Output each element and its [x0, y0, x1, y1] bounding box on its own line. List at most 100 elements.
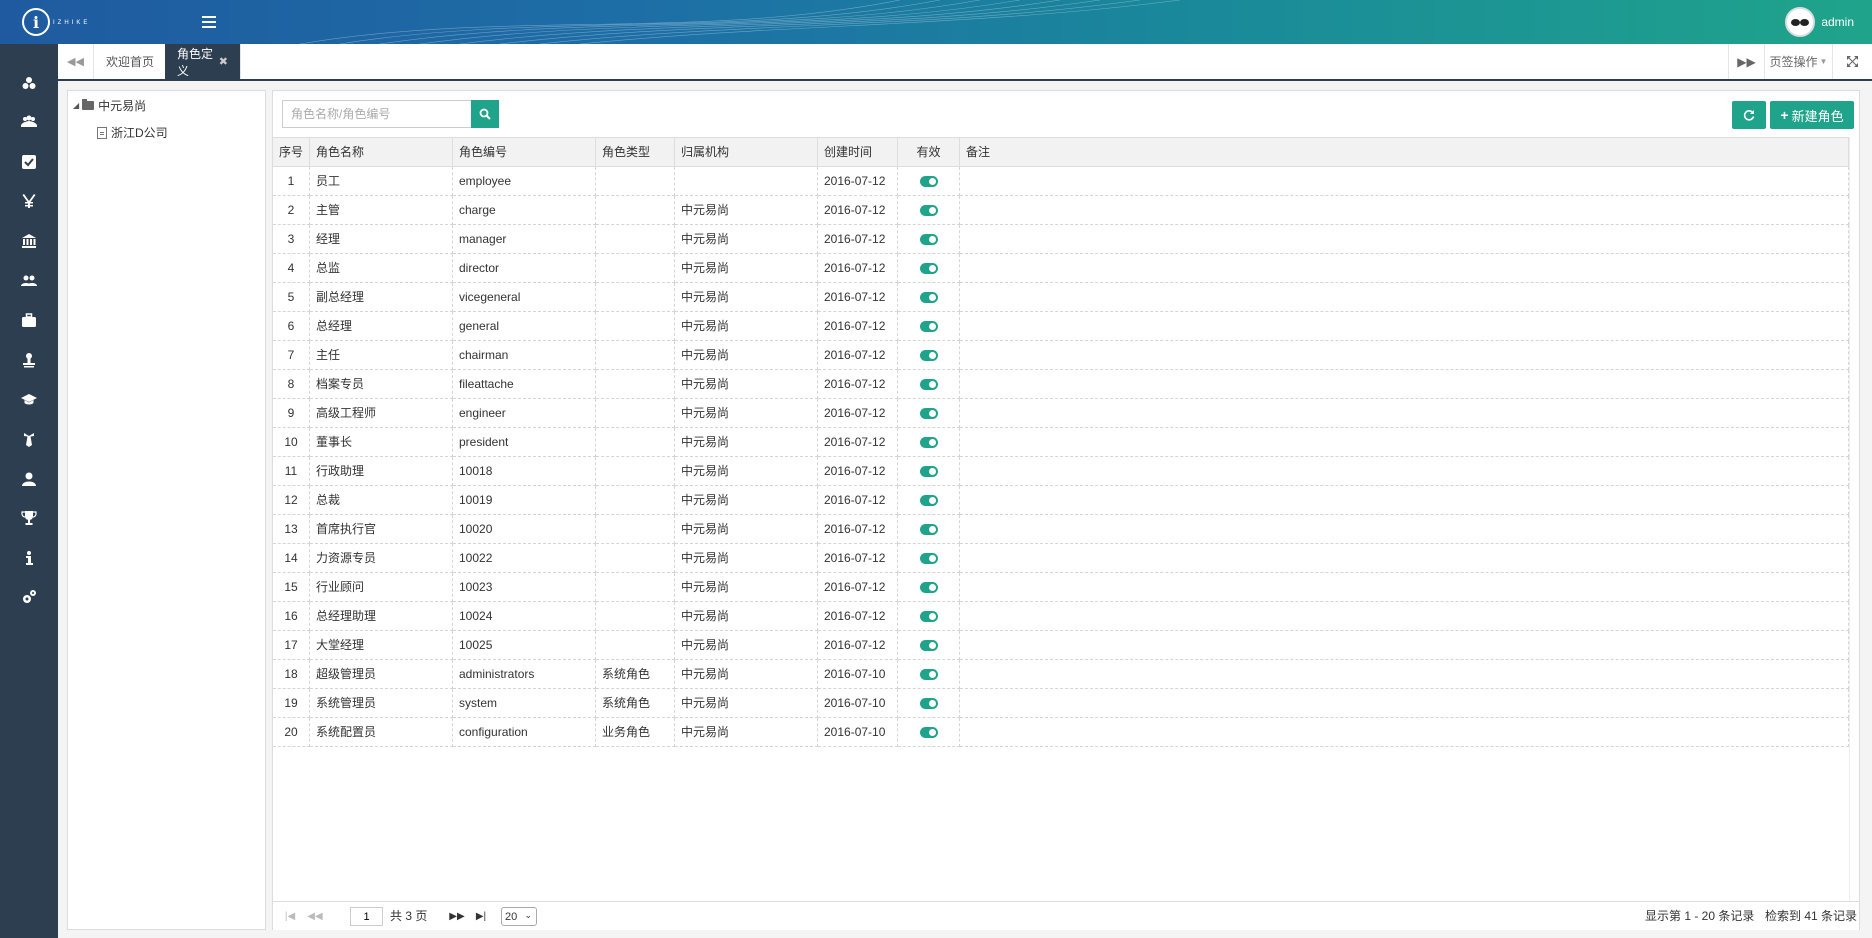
user-icon[interactable]: [0, 459, 58, 499]
logo-subtitle: IZHIKE: [53, 20, 91, 26]
header-code[interactable]: 角色编号: [453, 138, 596, 167]
valid-toggle[interactable]: [919, 668, 938, 680]
tree-node-child[interactable]: 浙江D公司: [97, 124, 168, 141]
table-row[interactable]: 3 经理 manager 中元易尚 2016-07-12: [273, 225, 1849, 254]
valid-toggle[interactable]: [919, 494, 938, 506]
valid-toggle[interactable]: [919, 697, 938, 709]
trophy-icon[interactable]: [0, 498, 58, 538]
valid-toggle[interactable]: [919, 204, 938, 216]
table-row[interactable]: 2 主管 charge 中元易尚 2016-07-12: [273, 196, 1849, 225]
vertical-scrollbar[interactable]: [1849, 137, 1859, 901]
header-remark[interactable]: 备注: [960, 138, 1849, 167]
valid-toggle[interactable]: [919, 175, 938, 187]
cell-seq: 19: [273, 689, 310, 718]
total-pages-text: 共 3 页: [390, 909, 428, 923]
table-row[interactable]: 20 系统配置员 configuration 业务角色 中元易尚 2016-07-10: [273, 718, 1849, 747]
page-ops-dropdown[interactable]: 页签操作 ▼: [1764, 44, 1832, 79]
table-row[interactable]: 11 行政助理 10018 中元易尚 2016-07-12: [273, 457, 1849, 486]
cell-seq: 14: [273, 544, 310, 573]
table-row[interactable]: 10 董事长 president 中元易尚 2016-07-12: [273, 428, 1849, 457]
menu-toggle-icon[interactable]: [202, 13, 216, 31]
refresh-button[interactable]: [1732, 101, 1766, 129]
header-created[interactable]: 创建时间: [818, 138, 898, 167]
valid-toggle[interactable]: [919, 639, 938, 651]
cell-code: fileattache: [453, 370, 596, 399]
tab-role-definition[interactable]: 角色定义 ✖: [165, 44, 241, 79]
cell-valid: [898, 602, 960, 631]
users-icon[interactable]: [0, 102, 58, 142]
valid-toggle[interactable]: [919, 726, 938, 738]
close-icon[interactable]: ✖: [219, 55, 228, 68]
cubes-icon[interactable]: [0, 63, 58, 103]
last-page-icon[interactable]: ▶|: [473, 908, 489, 924]
table-row[interactable]: 4 总监 director 中元易尚 2016-07-12: [273, 254, 1849, 283]
table-row[interactable]: 9 高级工程师 engineer 中元易尚 2016-07-12: [273, 399, 1849, 428]
cell-org: 中元易尚: [675, 718, 818, 747]
tab-home[interactable]: 欢迎首页: [94, 44, 167, 79]
table-row[interactable]: 14 力资源专员 10022 中元易尚 2016-07-12: [273, 544, 1849, 573]
valid-toggle[interactable]: [919, 436, 938, 448]
table-row[interactable]: 16 总经理助理 10024 中元易尚 2016-07-12: [273, 602, 1849, 631]
table-row[interactable]: 12 总裁 10019 中元易尚 2016-07-12: [273, 486, 1849, 515]
table-row[interactable]: 13 首席执行官 10020 中元易尚 2016-07-12: [273, 515, 1849, 544]
valid-toggle[interactable]: [919, 349, 938, 361]
cell-type: [596, 312, 675, 341]
cell-type: [596, 225, 675, 254]
valid-toggle[interactable]: [919, 610, 938, 622]
bank-icon[interactable]: [0, 221, 58, 261]
page-size-select[interactable]: 20 ⌄: [501, 907, 537, 926]
table-row[interactable]: 7 主任 chairman 中元易尚 2016-07-12: [273, 341, 1849, 370]
table-row[interactable]: 18 超级管理员 administrators 系统角色 中元易尚 2016-07-10: [273, 660, 1849, 689]
valid-toggle[interactable]: [919, 262, 938, 274]
expand-arrow-icon[interactable]: ◢: [73, 101, 79, 110]
table-row[interactable]: 19 系统管理员 system 系统角色 中元易尚 2016-07-10: [273, 689, 1849, 718]
prev-page-icon[interactable]: ◀◀: [307, 908, 323, 924]
table-row[interactable]: 15 行业顾问 10023 中元易尚 2016-07-12: [273, 573, 1849, 602]
valid-toggle[interactable]: [919, 291, 938, 303]
search-input[interactable]: [282, 100, 472, 128]
valid-toggle[interactable]: [919, 407, 938, 419]
cell-org: 中元易尚: [675, 312, 818, 341]
user-menu[interactable]: admin: [1785, 7, 1854, 37]
tab-scroll-right-icon[interactable]: ▶▶: [1728, 44, 1764, 79]
valid-toggle[interactable]: [919, 552, 938, 564]
yen-icon[interactable]: [0, 181, 58, 221]
table-row[interactable]: 1 员工 employee 2016-07-12: [273, 167, 1849, 196]
search-button[interactable]: [471, 100, 499, 128]
header-valid[interactable]: 有效: [898, 138, 960, 167]
cell-remark: [960, 573, 1849, 602]
tree-node-root[interactable]: ◢ 中元易尚: [73, 97, 146, 114]
cogs-icon[interactable]: [0, 577, 58, 617]
fullscreen-icon[interactable]: [1832, 44, 1872, 79]
header-type[interactable]: 角色类型: [596, 138, 675, 167]
page-number-input[interactable]: [350, 907, 383, 926]
app-logo[interactable]: i 职客 IZHIKE: [22, 7, 90, 37]
info-icon[interactable]: [0, 538, 58, 578]
tie-icon[interactable]: [0, 419, 58, 459]
next-page-icon[interactable]: ▶▶: [449, 908, 465, 924]
header-seq[interactable]: 序号: [273, 138, 310, 167]
check-square-icon[interactable]: [0, 142, 58, 182]
valid-toggle[interactable]: [919, 320, 938, 332]
valid-toggle[interactable]: [919, 581, 938, 593]
first-page-icon[interactable]: |◀: [282, 908, 298, 924]
briefcase-icon[interactable]: [0, 300, 58, 340]
valid-toggle[interactable]: [919, 523, 938, 535]
header-name[interactable]: 角色名称: [310, 138, 453, 167]
new-role-button[interactable]: + 新建角色: [1770, 101, 1854, 129]
valid-toggle[interactable]: [919, 465, 938, 477]
cell-seq: 3: [273, 225, 310, 254]
stamp-icon[interactable]: [0, 340, 58, 380]
cell-remark: [960, 660, 1849, 689]
group-icon[interactable]: [0, 261, 58, 301]
table-row[interactable]: 6 总经理 general 中元易尚 2016-07-12: [273, 312, 1849, 341]
tab-scroll-left-icon[interactable]: ◀◀: [58, 44, 94, 79]
cell-name: 经理: [310, 225, 453, 254]
graduation-cap-icon[interactable]: [0, 379, 58, 419]
valid-toggle[interactable]: [919, 378, 938, 390]
table-row[interactable]: 17 大堂经理 10025 中元易尚 2016-07-12: [273, 631, 1849, 660]
valid-toggle[interactable]: [919, 233, 938, 245]
table-row[interactable]: 5 副总经理 vicegeneral 中元易尚 2016-07-12: [273, 283, 1849, 312]
table-row[interactable]: 8 档案专员 fileattache 中元易尚 2016-07-12: [273, 370, 1849, 399]
header-org[interactable]: 归属机构: [675, 138, 818, 167]
